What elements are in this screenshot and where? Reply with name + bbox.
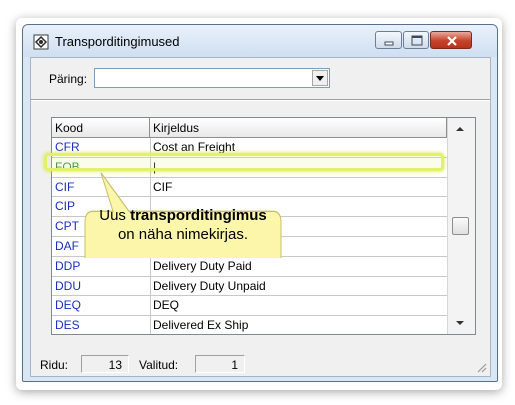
table-row[interactable]: DDP Delivery Duty Paid	[52, 256, 447, 277]
app-icon	[33, 34, 49, 50]
column-header-description[interactable]: Kirjeldus	[150, 118, 447, 138]
table-row[interactable]: DDU Delivery Duty Unpaid	[52, 276, 447, 297]
scroll-down-icon[interactable]	[453, 318, 467, 328]
cell-description[interactable]: Delivery Duty Unpaid	[153, 279, 266, 293]
column-divider	[150, 276, 151, 296]
query-label: Päring:	[49, 72, 88, 86]
cell-code[interactable]: CFR	[55, 140, 80, 154]
table-row[interactable]: DEQ DEQ	[52, 296, 447, 317]
dropdown-arrow-icon	[316, 76, 324, 81]
column-divider	[150, 256, 151, 276]
window-title: Transporditingimused	[55, 34, 180, 49]
cell-code[interactable]: DAF	[55, 239, 79, 253]
separator	[31, 99, 490, 101]
cell-code[interactable]: DES	[55, 318, 80, 332]
maximize-button[interactable]	[403, 31, 429, 49]
status-bar: Ridu: 13 Valitud: 1	[31, 353, 490, 375]
callout-line1-prefix: Uus	[99, 207, 131, 224]
selected-count-value: 1	[195, 355, 245, 373]
selected-row-highlight	[44, 153, 444, 171]
cell-code[interactable]: CIF	[55, 180, 74, 194]
minimize-button[interactable]	[375, 31, 402, 49]
scrollbar-thumb[interactable]	[452, 217, 469, 235]
rows-count-value: 13	[81, 355, 129, 373]
callout-line1-bold: transporditingimus	[130, 207, 267, 224]
table-row[interactable]: DES Delivered Ex Ship	[52, 316, 447, 334]
cell-code[interactable]: CPT	[55, 219, 79, 233]
selected-count-label: Valitud:	[139, 358, 179, 372]
cell-description[interactable]: DEQ	[153, 298, 179, 312]
rows-count-label: Ridu:	[40, 358, 69, 372]
resize-grip-icon[interactable]	[475, 361, 487, 373]
column-header-code[interactable]: Kood	[52, 118, 150, 138]
cell-description[interactable]: Delivery Duty Paid	[153, 259, 252, 273]
vertical-scrollbar[interactable]	[447, 118, 475, 334]
maximize-icon	[411, 35, 423, 46]
close-button[interactable]	[430, 31, 472, 49]
query-dropdown-button[interactable]	[312, 70, 328, 86]
cell-code[interactable]: CIP	[55, 199, 75, 213]
column-divider	[150, 316, 151, 334]
callout-line2: on näha nimekirjas.	[117, 226, 249, 243]
cell-code[interactable]: DEQ	[55, 298, 81, 312]
close-icon	[447, 36, 457, 46]
title-bar[interactable]: Transporditingimused	[23, 25, 497, 57]
cell-code[interactable]: DDP	[55, 259, 80, 273]
query-combobox[interactable]	[94, 68, 330, 88]
cell-description[interactable]: Delivered Ex Ship	[153, 318, 248, 332]
cell-description[interactable]: Cost an Freight	[153, 140, 235, 154]
callout-text: Uus transporditingimus on näha nimekirja…	[83, 206, 283, 244]
column-divider	[150, 296, 151, 316]
minimize-icon	[384, 41, 394, 46]
cell-code[interactable]: DDU	[55, 279, 81, 293]
scroll-up-icon[interactable]	[453, 124, 467, 134]
